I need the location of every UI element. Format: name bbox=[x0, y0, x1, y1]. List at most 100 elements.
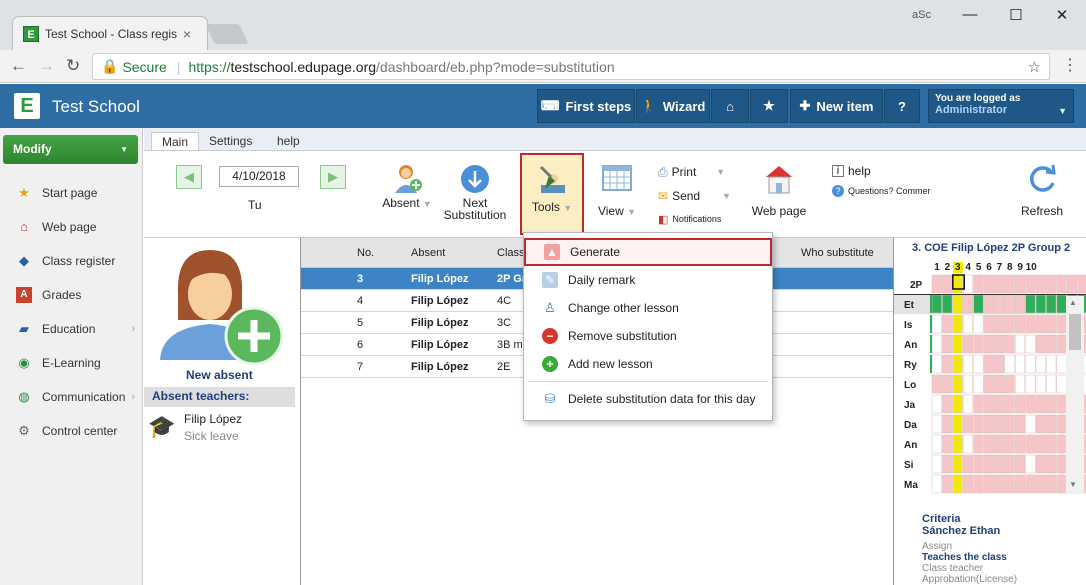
timetable-cell[interactable] bbox=[983, 334, 994, 354]
timetable-cell[interactable] bbox=[1035, 394, 1046, 414]
edupage-logo[interactable]: E bbox=[14, 93, 40, 119]
timetable-cell[interactable] bbox=[931, 474, 942, 494]
timetable-cell[interactable] bbox=[1056, 414, 1067, 434]
menu-item-delete-substitution-data[interactable]: ⛁ Delete substitution data for this day bbox=[524, 385, 772, 413]
timetable-cell[interactable] bbox=[1004, 274, 1015, 294]
timetable-cell[interactable] bbox=[942, 334, 953, 354]
timetable-cell[interactable] bbox=[1004, 474, 1015, 494]
timetable-scrollbar[interactable]: ▲ ▼ bbox=[1066, 296, 1084, 493]
help-link[interactable]: i help bbox=[832, 161, 931, 181]
column-header-class[interactable]: Class bbox=[497, 247, 525, 259]
timetable-cell[interactable] bbox=[962, 314, 974, 334]
timetable-cell[interactable] bbox=[1025, 434, 1036, 454]
timetable-cell[interactable] bbox=[931, 354, 942, 374]
notifications-button[interactable]: ◧ Notifications bbox=[658, 208, 731, 230]
timetable-cell[interactable] bbox=[1035, 434, 1046, 454]
timetable-cell[interactable] bbox=[942, 414, 953, 434]
timetable-cell[interactable] bbox=[1046, 474, 1057, 494]
timetable-cell[interactable] bbox=[1056, 374, 1067, 394]
url-input[interactable]: 🔒 Secure | https://testschool.edupage.or… bbox=[92, 53, 1050, 80]
sidebar-item-communication[interactable]: ◍ Communication › bbox=[0, 380, 143, 414]
timetable-cell[interactable] bbox=[994, 274, 1005, 294]
timetable-cell[interactable] bbox=[983, 434, 994, 454]
browser-tab[interactable]: E Test School - Class regist × bbox=[12, 16, 208, 50]
timetable-cell[interactable] bbox=[994, 314, 1005, 334]
timetable-cell[interactable] bbox=[962, 394, 974, 414]
sidebar-item-education[interactable]: ▰ Education › bbox=[0, 312, 143, 346]
help-button[interactable]: ? bbox=[884, 89, 920, 123]
sidebar-item-e-learning[interactable]: ◉ E-Learning bbox=[0, 346, 143, 380]
timetable-cell[interactable] bbox=[962, 434, 974, 454]
minimize-icon[interactable]: — bbox=[955, 6, 985, 23]
timetable-cell[interactable] bbox=[1025, 314, 1036, 334]
modify-button[interactable]: Modify ▼ bbox=[3, 135, 138, 164]
menu-item-add-new-lesson[interactable]: + Add new lesson bbox=[524, 350, 772, 378]
menu-item-remove-substitution[interactable]: − Remove substitution bbox=[524, 322, 772, 350]
login-dropdown[interactable]: You are logged as Administrator ▼ bbox=[928, 89, 1074, 123]
timetable-cell[interactable] bbox=[973, 394, 984, 414]
timetable-cell[interactable] bbox=[1025, 354, 1036, 374]
date-input[interactable]: 4/10/2018 bbox=[219, 166, 299, 187]
timetable-cell[interactable] bbox=[1046, 394, 1057, 414]
forward-icon[interactable]: → bbox=[38, 56, 55, 76]
sidebar-item-class-register[interactable]: ◆ Class register bbox=[0, 244, 143, 278]
timetable-cell[interactable] bbox=[931, 294, 942, 314]
timetable-cell[interactable] bbox=[1025, 414, 1036, 434]
new-absent-avatar-icon[interactable] bbox=[158, 242, 286, 368]
timetable-cell[interactable] bbox=[962, 354, 974, 374]
timetable-cell[interactable] bbox=[1014, 474, 1026, 494]
timetable-cell[interactable] bbox=[952, 394, 963, 414]
timetable-cell[interactable] bbox=[962, 294, 974, 314]
timetable-cell[interactable] bbox=[1025, 274, 1036, 294]
timetable-cell[interactable] bbox=[1046, 314, 1057, 334]
timetable-cell[interactable] bbox=[1004, 334, 1015, 354]
timetable-cell[interactable] bbox=[983, 314, 994, 334]
timetable-cell[interactable] bbox=[1035, 294, 1046, 314]
timetable-cell[interactable] bbox=[994, 454, 1005, 474]
sidebar-item-control-center[interactable]: ⚙ Control center bbox=[0, 414, 143, 448]
timetable-cell[interactable] bbox=[983, 394, 994, 414]
timetable-cell[interactable] bbox=[952, 474, 963, 494]
reload-icon[interactable]: ↻ bbox=[66, 56, 80, 76]
timetable-cell[interactable] bbox=[1046, 274, 1057, 294]
timetable-cell[interactable] bbox=[994, 334, 1005, 354]
timetable-cell[interactable] bbox=[952, 454, 963, 474]
timetable-cell[interactable] bbox=[1025, 374, 1036, 394]
column-header-no[interactable]: No. bbox=[357, 247, 374, 259]
sidebar-item-web-page[interactable]: ⌂ Web page bbox=[0, 210, 143, 244]
next-substitution-button[interactable]: Next Substitution bbox=[440, 163, 510, 221]
new-tab-button[interactable] bbox=[205, 24, 249, 44]
timetable-cell[interactable] bbox=[1056, 474, 1067, 494]
timetable-cell[interactable] bbox=[1014, 334, 1026, 354]
timetable-cell[interactable] bbox=[962, 454, 974, 474]
timetable-cell[interactable] bbox=[994, 354, 1005, 374]
wizard-button[interactable]: 🚶 Wizard bbox=[636, 89, 710, 123]
timetable-cell[interactable] bbox=[1004, 374, 1015, 394]
timetable-cell[interactable] bbox=[942, 274, 953, 294]
timetable-cell[interactable] bbox=[931, 394, 942, 414]
school-name[interactable]: Test School bbox=[52, 97, 140, 117]
timetable-cell[interactable] bbox=[1035, 354, 1046, 374]
timetable-cell[interactable] bbox=[1014, 294, 1026, 314]
timetable-cell[interactable] bbox=[1025, 334, 1036, 354]
timetable-cell[interactable] bbox=[1056, 314, 1067, 334]
timetable-cell[interactable] bbox=[973, 454, 984, 474]
timetable-cell[interactable] bbox=[983, 274, 994, 294]
timetable-cell[interactable] bbox=[1077, 274, 1086, 294]
tools-button[interactable]: Tools ▼ bbox=[520, 153, 584, 235]
timetable-cell[interactable] bbox=[952, 434, 963, 454]
timetable-cell[interactable] bbox=[931, 274, 942, 294]
timetable-cell[interactable] bbox=[931, 334, 942, 354]
timetable-cell[interactable] bbox=[1046, 374, 1057, 394]
timetable-cell[interactable] bbox=[1046, 334, 1057, 354]
timetable-cell[interactable] bbox=[973, 474, 984, 494]
timetable-cell[interactable] bbox=[1025, 394, 1036, 414]
timetable-cell[interactable] bbox=[973, 334, 984, 354]
timetable-cell[interactable] bbox=[952, 314, 963, 334]
timetable-cell[interactable] bbox=[962, 334, 974, 354]
menu-item-generate[interactable]: ▲ Generate bbox=[524, 238, 772, 266]
timetable-cell[interactable] bbox=[983, 414, 994, 434]
browser-menu-icon[interactable]: ⋮ bbox=[1062, 55, 1078, 75]
timetable-cell[interactable] bbox=[931, 374, 942, 394]
timetable-cell[interactable] bbox=[1056, 274, 1067, 294]
